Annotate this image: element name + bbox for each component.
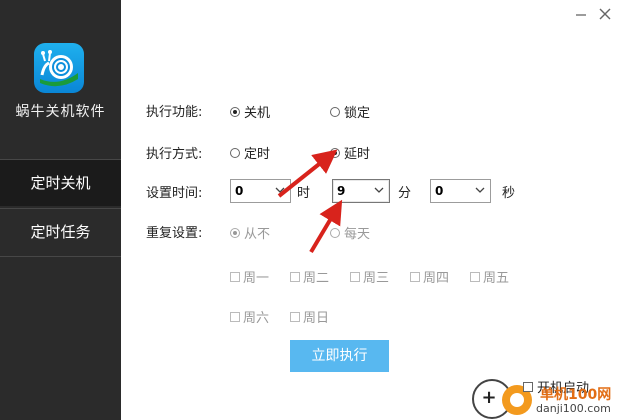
annotation-arrows bbox=[277, 149, 343, 254]
red-arrow bbox=[309, 199, 343, 254]
red-arrow bbox=[277, 149, 338, 198]
